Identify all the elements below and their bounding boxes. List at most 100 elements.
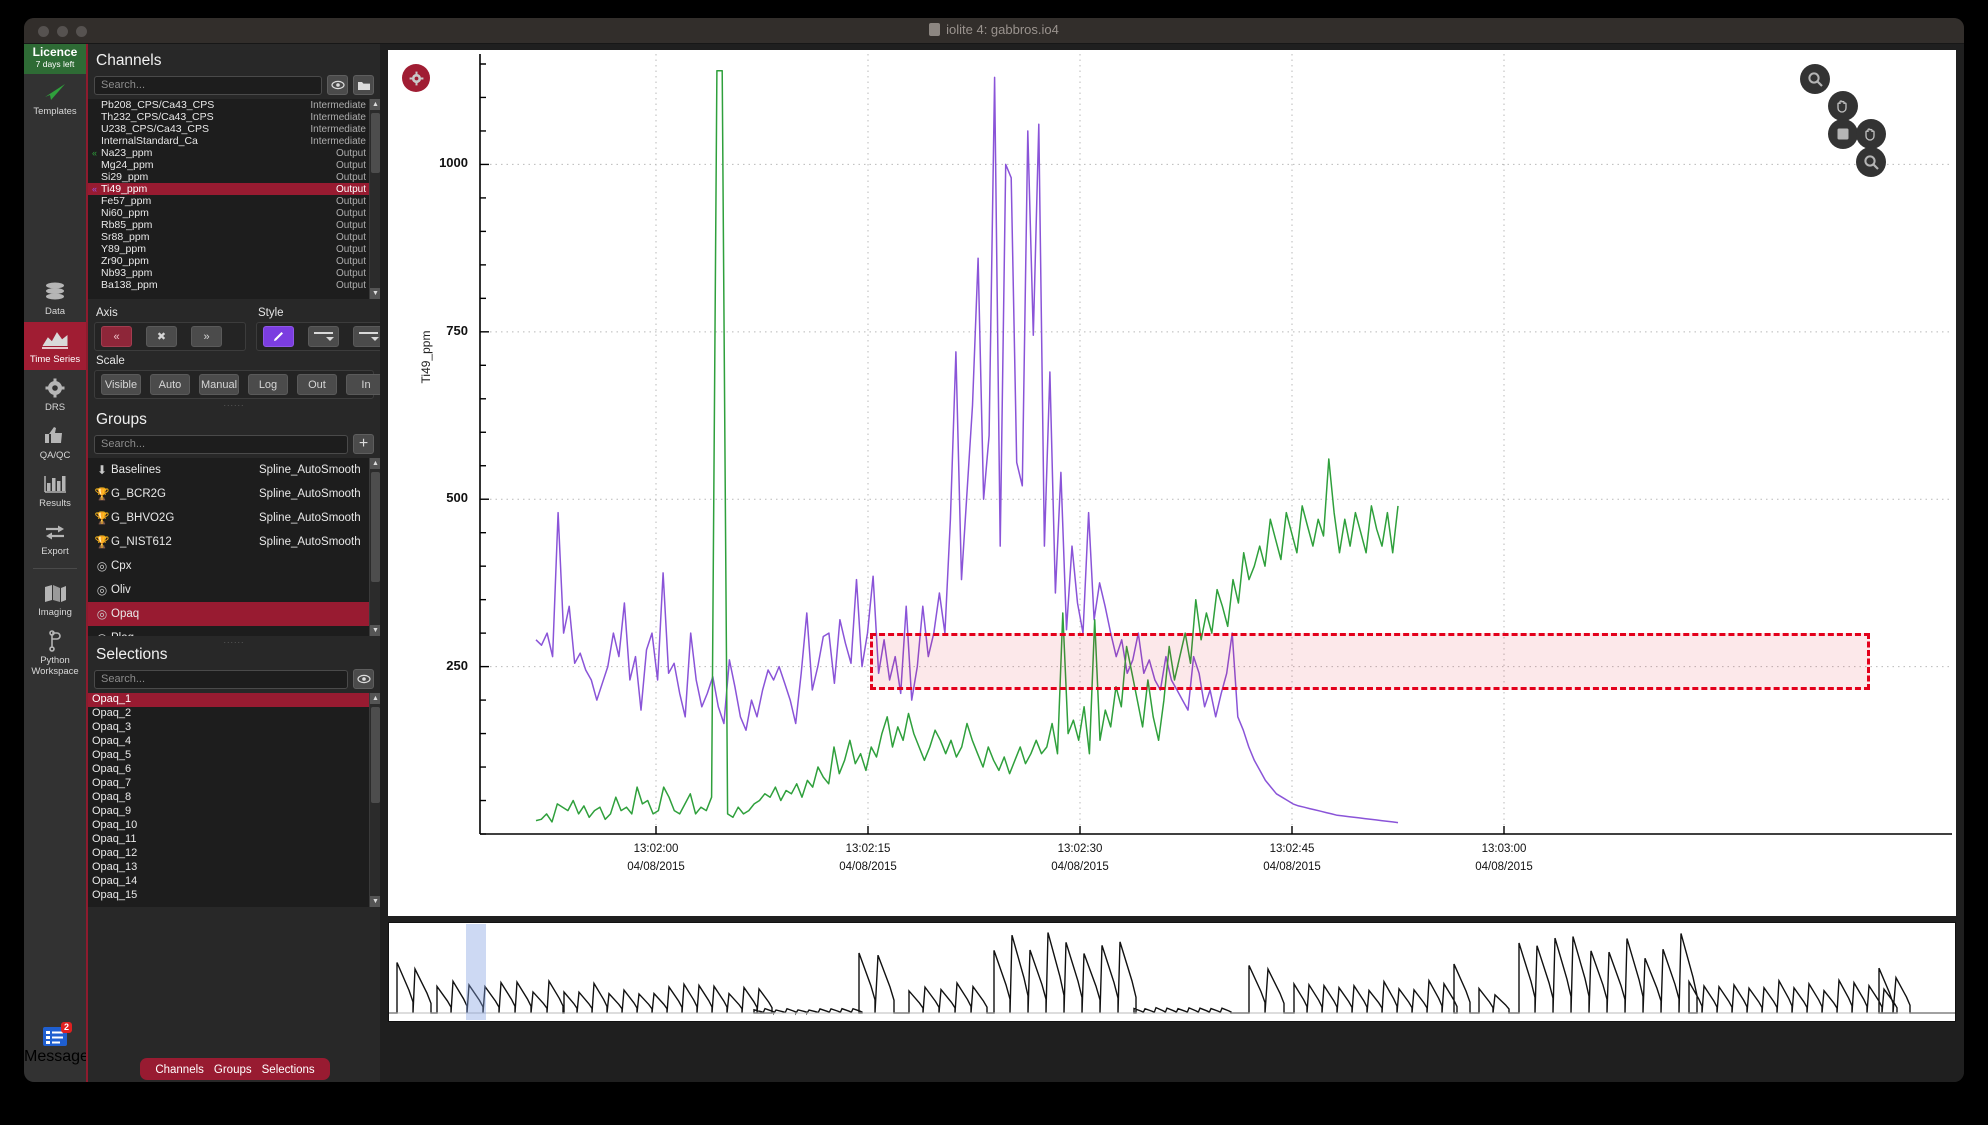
channel-row[interactable]: Sr88_ppm Output: [88, 231, 380, 243]
channel-row[interactable]: Mg24_ppm Output: [88, 159, 380, 171]
panel-splitter-1[interactable]: ......: [88, 399, 380, 409]
sidebar-item-data[interactable]: Data: [24, 274, 86, 322]
channel-row[interactable]: Th232_CPS/Ca43_CPS Intermediate: [88, 111, 380, 123]
selections-scrollbar[interactable]: ▲ ▼: [369, 693, 380, 907]
sidebar-item-imaging[interactable]: Imaging: [24, 575, 86, 623]
scroll-down-arrow[interactable]: ▼: [370, 288, 380, 299]
channel-row[interactable]: Fe57_ppm Output: [88, 195, 380, 207]
rail-divider: [33, 568, 77, 569]
zoom-tool-bottom[interactable]: [1856, 147, 1886, 177]
selection-band[interactable]: [870, 633, 1870, 691]
selection-row[interactable]: Opaq_1: [88, 693, 380, 707]
tab-selections[interactable]: Selections: [262, 1064, 315, 1076]
rail-item-templates[interactable]: Templates: [24, 74, 86, 122]
selections-search-input[interactable]: Search...: [94, 669, 348, 689]
channel-row[interactable]: Si29_ppm Output: [88, 171, 380, 183]
zoom-tool-top-left[interactable]: [1800, 64, 1830, 94]
selection-row[interactable]: Opaq_13: [88, 861, 380, 875]
pan-tool-mid-right[interactable]: [1856, 119, 1886, 149]
group-row[interactable]: ◎ Cpx: [88, 554, 380, 578]
selection-row[interactable]: Opaq_15: [88, 889, 380, 903]
group-row[interactable]: ◎Plag: [88, 626, 380, 636]
selection-row[interactable]: Opaq_7: [88, 777, 380, 791]
scroll-up-arrow[interactable]: ▲: [370, 458, 380, 469]
channels-visibility-button[interactable]: [327, 75, 348, 95]
scroll-thumb[interactable]: [371, 707, 380, 803]
plot-canvas[interactable]: [388, 50, 1956, 916]
pan-tool-top-right[interactable]: [1828, 91, 1858, 121]
sidebar-item-python-workspace[interactable]: Python Workspace: [24, 623, 86, 682]
group-row[interactable]: 🏆 G_NIST612 Spline_AutoSmooth: [88, 530, 380, 554]
pen-icon: [274, 332, 283, 341]
selection-row[interactable]: Opaq_9: [88, 805, 380, 819]
axis-prev-button[interactable]: «: [101, 326, 132, 347]
channel-row[interactable]: Zr90_ppm Output: [88, 255, 380, 267]
style-color-button[interactable]: [263, 326, 294, 347]
scroll-thumb[interactable]: [371, 113, 380, 173]
channel-row[interactable]: «Na23_ppm Output: [88, 147, 380, 159]
channel-row[interactable]: U238_CPS/Ca43_CPS Intermediate: [88, 123, 380, 135]
selection-row[interactable]: Opaq_3: [88, 721, 380, 735]
selection-row[interactable]: Opaq_6: [88, 763, 380, 777]
sidebar-item-time-series[interactable]: Time Series: [24, 322, 86, 370]
messages-button[interactable]: 2 Messages: [24, 1022, 97, 1066]
channel-row[interactable]: Ba138_ppm Output: [88, 279, 380, 291]
channel-row[interactable]: Y89_ppm Output: [88, 243, 380, 255]
scroll-up-arrow[interactable]: ▲: [370, 99, 380, 110]
tab-groups[interactable]: Groups: [214, 1064, 252, 1076]
selection-row[interactable]: Opaq_8: [88, 791, 380, 805]
axis-close-button[interactable]: ✖: [146, 326, 177, 347]
channel-name: U238_CPS/Ca43_CPS: [101, 123, 209, 135]
panel-splitter-2[interactable]: ......: [88, 636, 380, 646]
channel-row[interactable]: Nb93_ppm Output: [88, 267, 380, 279]
groups-list[interactable]: ⬇ Baselines Spline_AutoSmooth 🏆 G_BCR2G Splin…: [88, 458, 380, 636]
add-group-button[interactable]: +: [353, 434, 374, 454]
channels-list[interactable]: Pb208_CPS/Ca43_CPS Intermediate Th232_CPS/…: [88, 99, 380, 299]
group-row[interactable]: 🏆 G_BCR2G Spline_AutoSmooth: [88, 482, 380, 506]
group-row[interactable]: 🏆 G_BHVO2G Spline_AutoSmooth: [88, 506, 380, 530]
style-line-style-dropdown[interactable]: [308, 326, 339, 347]
channels-folder-button[interactable]: [353, 75, 374, 95]
navigator-selection-highlight[interactable]: [465, 924, 487, 1020]
scroll-down-arrow[interactable]: ▼: [370, 625, 380, 636]
group-row[interactable]: ◎ Oliv: [88, 578, 380, 602]
selections-visibility-button[interactable]: [353, 669, 374, 689]
channel-row[interactable]: Rb85_ppm Output: [88, 219, 380, 231]
group-row[interactable]: ⬇ Baselines Spline_AutoSmooth: [88, 458, 380, 482]
selection-row[interactable]: Opaq_11: [88, 833, 380, 847]
scroll-thumb[interactable]: [371, 472, 380, 582]
selection-row[interactable]: Opaq_14: [88, 875, 380, 889]
selection-row[interactable]: Opaq_2: [88, 707, 380, 721]
channels-search-input[interactable]: Search...: [94, 75, 322, 95]
selection-row[interactable]: Opaq_5: [88, 749, 380, 763]
groups-scrollbar[interactable]: ▲ ▼: [369, 458, 380, 636]
channel-row[interactable]: Ni60_ppm Output: [88, 207, 380, 219]
selection-row[interactable]: Opaq_10: [88, 819, 380, 833]
channels-scrollbar[interactable]: ▲ ▼: [369, 99, 380, 299]
scale-button-out[interactable]: Out: [297, 374, 337, 395]
sidebar-item-export[interactable]: Export: [24, 514, 86, 562]
selections-list[interactable]: Opaq_1 Opaq_2 Opaq_3 Opaq_4 Opaq_5 Opaq_6 Opaq…: [88, 693, 380, 907]
sidebar-item-results[interactable]: Results: [24, 466, 86, 514]
channel-row[interactable]: «Ti49_ppm Output: [88, 183, 380, 195]
selection-row[interactable]: Opaq_4: [88, 735, 380, 749]
channel-row[interactable]: InternalStandard_Ca Intermediate: [88, 135, 380, 147]
channel-row[interactable]: Pb208_CPS/Ca43_CPS Intermediate: [88, 99, 380, 111]
scale-button-manual[interactable]: Manual: [199, 374, 239, 395]
sidebar-item-drs[interactable]: DRS: [24, 370, 86, 418]
channel-name: InternalStandard_Ca: [101, 135, 198, 147]
rect-select-tool[interactable]: [1828, 119, 1858, 149]
navigator-strip[interactable]: [388, 922, 1956, 1022]
selection-row[interactable]: Opaq_12: [88, 847, 380, 861]
scroll-up-arrow[interactable]: ▲: [370, 693, 380, 704]
sidebar-item-qaqc[interactable]: QA/QC: [24, 418, 86, 466]
group-row[interactable]: ◎ Opaq: [88, 602, 380, 626]
plot-settings-button[interactable]: [402, 64, 430, 92]
scale-button-visible[interactable]: Visible: [101, 374, 141, 395]
scroll-down-arrow[interactable]: ▼: [370, 896, 380, 907]
scale-button-log[interactable]: Log: [248, 374, 288, 395]
tab-channels[interactable]: Channels: [155, 1064, 204, 1076]
groups-search-input[interactable]: Search...: [94, 434, 348, 454]
scale-button-auto[interactable]: Auto: [150, 374, 190, 395]
axis-next-button[interactable]: »: [191, 326, 222, 347]
